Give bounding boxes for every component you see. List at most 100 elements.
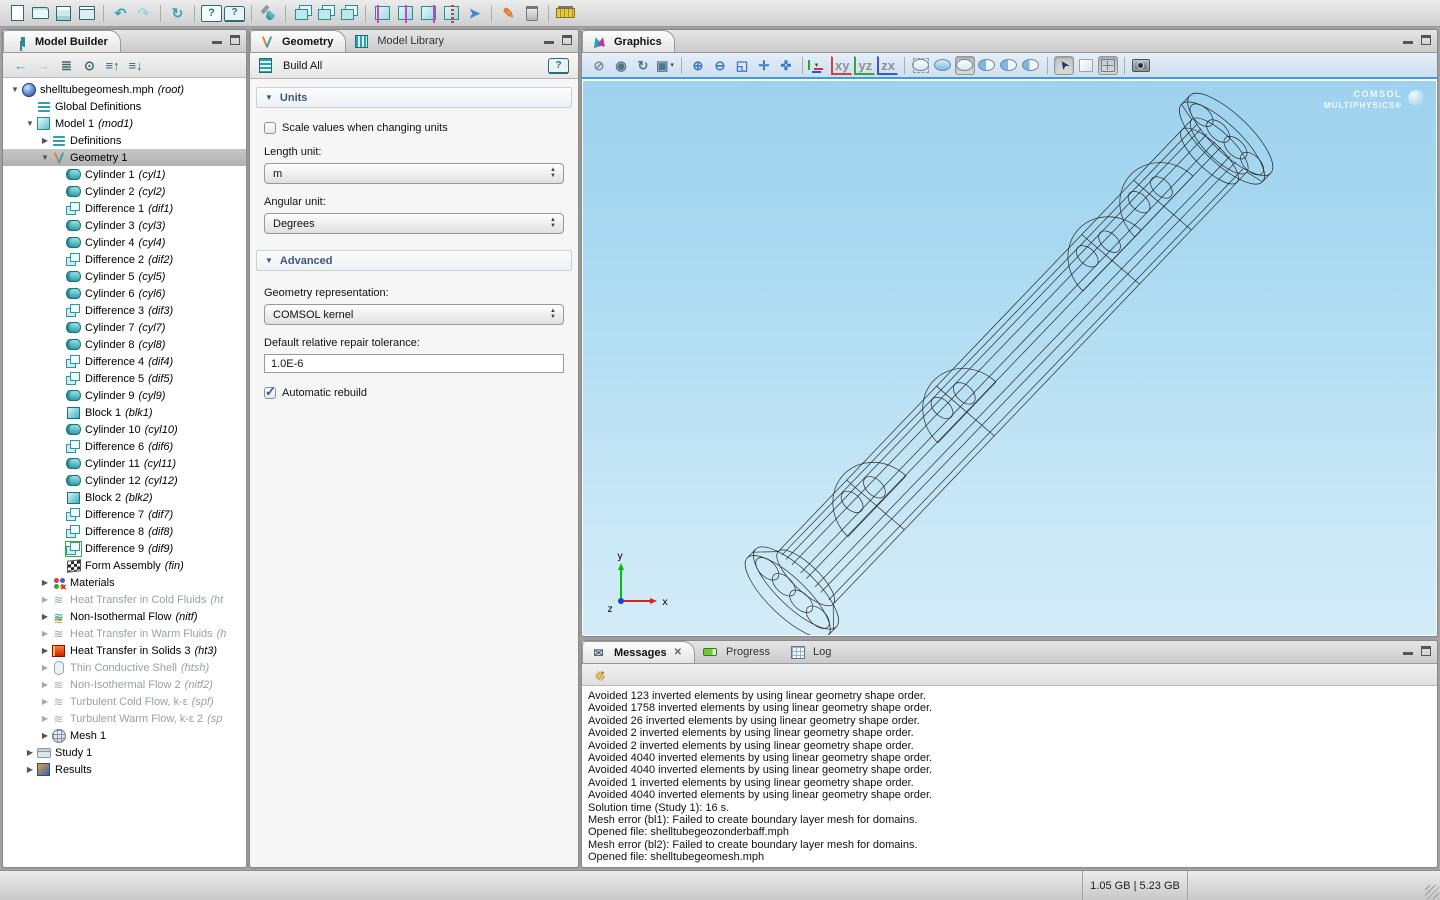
tree-item-block-2[interactable]: Block 2(blk2) (3, 489, 246, 506)
tab-messages[interactable]: Messages ✕ (582, 641, 695, 663)
move-down-button[interactable]: ≡↓ (125, 55, 146, 76)
go-to-zx-view-button[interactable]: zx (877, 56, 898, 75)
save-button[interactable] (53, 3, 74, 24)
tab-progress[interactable]: Progress (695, 641, 782, 663)
tree-item-turbulent-cold-flow-k-ε[interactable]: ▶Turbulent Cold Flow, k-ε(spf) (3, 693, 246, 710)
go-to-yz-view-button[interactable]: yz (854, 56, 875, 75)
tree-item-definitions[interactable]: ▶Definitions (3, 132, 246, 149)
tree-item-shelltubegeomesh-mph[interactable]: ▼shelltubegeomesh.mph(root) (3, 81, 246, 98)
update-solution-button[interactable]: ↻ (167, 3, 188, 24)
expand-arrow[interactable]: ▶ (39, 578, 51, 587)
show-objects-button[interactable]: ◉ (611, 56, 631, 75)
build-all-button[interactable]: Build All (283, 60, 322, 72)
delete-button[interactable] (521, 3, 542, 24)
maximize-button[interactable] (1421, 35, 1431, 45)
material-color-toggle-button[interactable] (977, 56, 997, 75)
expand-arrow[interactable]: ▶ (39, 731, 51, 740)
graphics-viewport[interactable]: y x z COMSOL MULTIPHYSICS® (583, 81, 1436, 635)
minimize-button[interactable] (544, 35, 554, 44)
expand-arrow[interactable]: ▶ (39, 646, 51, 655)
duplicate-window-button[interactable] (292, 3, 313, 24)
automatic-rebuild-checkbox[interactable] (264, 387, 276, 399)
tree-item-block-1[interactable]: Block 1(blk1) (3, 404, 246, 421)
tree-item-cylinder-6[interactable]: Cylinder 6(cyl6) (3, 285, 246, 302)
default-3d-view-button[interactable]: ▾ (809, 56, 829, 75)
expand-arrow[interactable]: ▼ (39, 153, 51, 162)
tree-item-cylinder-2[interactable]: Cylinder 2(cyl2) (3, 183, 246, 200)
expand-arrow[interactable]: ▶ (39, 612, 51, 621)
tree-item-cylinder-3[interactable]: Cylinder 3(cyl3) (3, 217, 246, 234)
tree-item-difference-9[interactable]: Difference 9(dif9) (3, 540, 246, 557)
duplicate-window-2-button[interactable] (315, 3, 336, 24)
forward-button[interactable]: → (33, 55, 54, 76)
tree-item-cylinder-12[interactable]: Cylinder 12(cyl12) (3, 472, 246, 489)
hide-objects-button[interactable]: ⊘ (589, 56, 609, 75)
documentation-button[interactable]: ? (224, 6, 245, 21)
redo-button[interactable]: ↷ (133, 3, 154, 24)
expand-arrow[interactable]: ▶ (39, 595, 51, 604)
hidden-objects-toggle-button[interactable] (1021, 56, 1041, 75)
tree-item-cylinder-7[interactable]: Cylinder 7(cyl7) (3, 319, 246, 336)
tree-item-global-definitions[interactable]: Global Definitions (3, 98, 246, 115)
tree-item-thin-conductive-shell[interactable]: ▶Thin Conductive Shell(htsh) (3, 659, 246, 676)
zoom-in-button[interactable]: ⊕ (688, 56, 708, 75)
scene-light-button[interactable] (955, 56, 975, 75)
expand-arrow[interactable]: ▶ (39, 136, 51, 145)
work-plane-vertices-button[interactable] (441, 3, 462, 24)
tree-item-cylinder-8[interactable]: Cylinder 8(cyl8) (3, 336, 246, 353)
transparency-button[interactable] (933, 56, 953, 75)
duplicate-window-3-button[interactable] (338, 3, 359, 24)
tree-item-cylinder-4[interactable]: Cylinder 4(cyl4) (3, 234, 246, 251)
expand-arrow[interactable]: ▶ (39, 629, 51, 638)
minimize-button[interactable] (1403, 35, 1413, 44)
reset-hiding-button[interactable]: ↻ (633, 56, 653, 75)
tree-item-difference-6[interactable]: Difference 6(dif6) (3, 438, 246, 455)
tree-item-difference-8[interactable]: Difference 8(dif8) (3, 523, 246, 540)
resize-grip[interactable] (1425, 885, 1439, 899)
tree-item-materials[interactable]: ▶Materials (3, 574, 246, 591)
tree-item-heat-transfer-in-solids-3[interactable]: ▶Heat Transfer in Solids 3(ht3) (3, 642, 246, 659)
tree-item-results[interactable]: ▶Results (3, 761, 246, 778)
expand-arrow[interactable]: ▼ (24, 119, 36, 128)
geometry-representation-select[interactable]: COMSOL kernel ▲▼ (264, 304, 564, 325)
new-file-button[interactable] (7, 3, 28, 24)
expand-arrow[interactable]: ▶ (24, 765, 36, 774)
tree-item-cylinder-9[interactable]: Cylinder 9(cyl9) (3, 387, 246, 404)
tree-item-mesh-1[interactable]: ▶Mesh 1 (3, 727, 246, 744)
undo-button[interactable]: ↶ (110, 3, 131, 24)
messages-log[interactable]: Avoided 123 inverted elements by using l… (582, 687, 1437, 867)
tree-item-model-1[interactable]: ▼Model 1(mod1) (3, 115, 246, 132)
tree-item-difference-1[interactable]: Difference 1(dif1) (3, 200, 246, 217)
wireframe-rendering-button[interactable] (1098, 56, 1118, 75)
maximize-button[interactable] (562, 35, 572, 45)
go-to-xy-view-button[interactable]: xy (831, 56, 852, 75)
work-plane-center-button[interactable] (395, 3, 416, 24)
expand-arrow[interactable]: ▶ (24, 748, 36, 757)
angular-unit-select[interactable]: Degrees ▲▼ (264, 213, 564, 234)
surface-rendering-button[interactable] (1076, 56, 1096, 75)
tree-item-study-1[interactable]: ▶Study 1 (3, 744, 246, 761)
zoom-to-selection-button[interactable]: ✜ (776, 56, 796, 75)
back-button[interactable]: ← (10, 55, 31, 76)
close-tab-icon[interactable]: ✕ (674, 647, 682, 658)
select-mode-button[interactable] (1054, 56, 1074, 75)
help-button[interactable]: ? (201, 5, 222, 22)
clear-messages-button[interactable] (591, 664, 612, 685)
collapse-all-button[interactable]: ≣ (56, 55, 77, 76)
tree-item-difference-7[interactable]: Difference 7(dif7) (3, 506, 246, 523)
tree-item-difference-5[interactable]: Difference 5(dif5) (3, 370, 246, 387)
zoom-out-button[interactable]: ⊖ (710, 56, 730, 75)
tree-item-cylinder-1[interactable]: Cylinder 1(cyl1) (3, 166, 246, 183)
draw-edit-button[interactable]: ✎ (498, 3, 519, 24)
tab-graphics[interactable]: Graphics (582, 30, 675, 52)
repair-tolerance-input[interactable]: 1.0E-6 (264, 354, 564, 373)
units-section-header[interactable]: ▼ Units (256, 87, 572, 108)
tab-geometry[interactable]: Geometry (250, 30, 346, 52)
tree-item-difference-3[interactable]: Difference 3(dif3) (3, 302, 246, 319)
maximize-button[interactable] (1421, 646, 1431, 656)
tree-item-non-isothermal-flow-2[interactable]: ▶Non-Isothermal Flow 2(nitf2) (3, 676, 246, 693)
tab-log[interactable]: Log (782, 641, 843, 663)
tree-item-difference-4[interactable]: Difference 4(dif4) (3, 353, 246, 370)
minimize-button[interactable] (1403, 646, 1413, 655)
advanced-section-header[interactable]: ▼ Advanced (256, 250, 572, 271)
